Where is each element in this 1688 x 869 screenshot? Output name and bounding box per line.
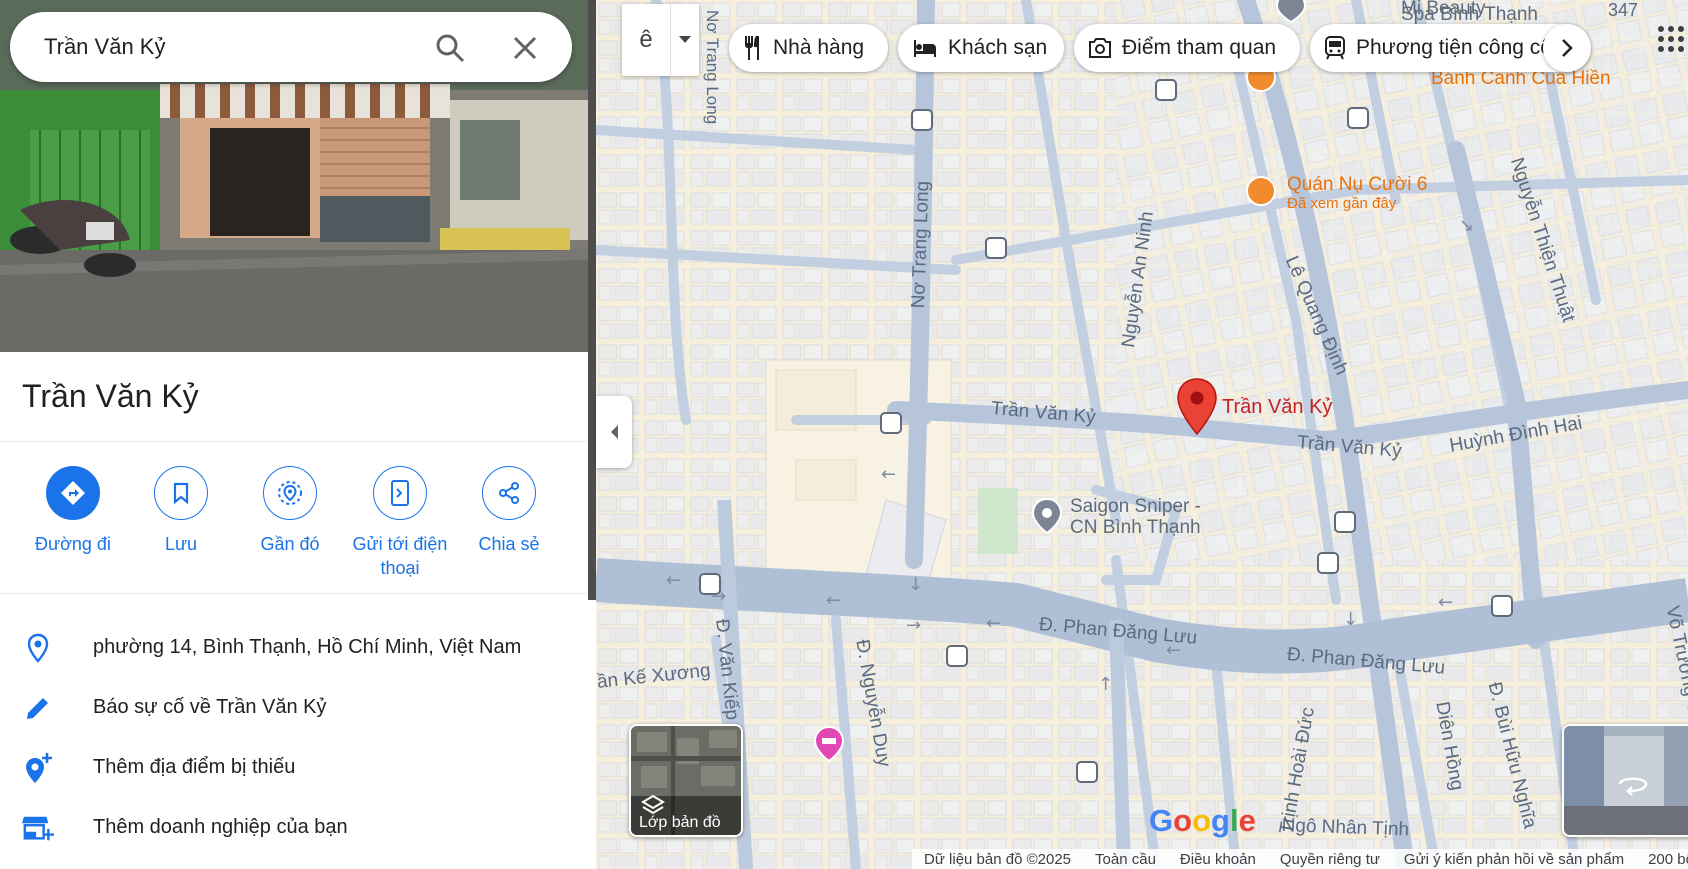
street-label: Nơ Trang Long [703, 10, 722, 125]
google-logo: Google [1149, 803, 1256, 838]
chevron-left-icon [611, 425, 618, 439]
bookmark-icon [154, 466, 208, 520]
svg-text:←: ← [986, 613, 1001, 634]
chip-label: Khách sạn [948, 36, 1048, 59]
chip-label: Điểm tham quan [1122, 36, 1277, 59]
footer-privacy-link[interactable]: Quyền riêng tư [1268, 851, 1392, 868]
footer-global-link[interactable]: Toàn cầu [1083, 851, 1168, 868]
chip-hotels[interactable]: Khách sạn [898, 24, 1064, 72]
svg-text:↑: ↑ [1098, 674, 1113, 695]
address-text: phường 14, Bình Thạnh, Hồ Chí Minh, Việt… [93, 636, 522, 658]
location-pin-icon [22, 632, 54, 664]
map-number-label: 347 [1608, 0, 1639, 20]
address-row[interactable]: phường 14, Bình Thạnh, Hồ Chí Minh, Việt… [0, 620, 588, 676]
search-input[interactable] [44, 32, 424, 62]
collapse-panel-button[interactable] [596, 396, 632, 468]
poi-nu-cuoi-sub: Đã xem gần đây [1287, 195, 1397, 212]
share-button[interactable]: Chia sẻ [454, 466, 564, 556]
chip-label: Nhà hàng [773, 36, 865, 59]
directions-button[interactable]: Đường đi [18, 466, 128, 556]
send-to-phone-label: Gửi tới điện thoại [352, 534, 448, 578]
chevron-right-icon[interactable] [1543, 24, 1591, 72]
poi-nu-cuoi-label[interactable]: Quán Nụ Cười 6 [1287, 174, 1427, 196]
hotel-icon [914, 40, 936, 57]
report-issue-text: Báo sự cố về Trần Văn Kỷ [93, 696, 327, 718]
street-label: Ngô Nhân Tịnh [1281, 815, 1410, 841]
transit-icon [1325, 36, 1345, 60]
nearby-label: Gần đó [260, 534, 320, 554]
share-label: Chia sẻ [478, 534, 540, 554]
selected-place-label[interactable]: Trần Văn Kỷ [1222, 396, 1332, 419]
street-label: Nơ Trang Long [908, 180, 934, 309]
chip-attractions[interactable]: Điểm tham quan [1074, 24, 1300, 72]
place-panel: Trần Văn Kỷ Đường đi Lưu Gần đó Gửi tới … [0, 0, 596, 869]
svg-text:→: → [906, 615, 921, 636]
poi-spa-label-2[interactable]: Spa Bình Thạnh [1401, 4, 1538, 26]
hotel-poi-icon[interactable] [813, 725, 845, 763]
svg-text:←: ← [1438, 592, 1453, 613]
divider [0, 441, 588, 442]
restaurant-poi-icon[interactable] [1246, 176, 1276, 206]
clear-search-button[interactable] [507, 30, 543, 66]
directions-label: Đường đi [35, 534, 111, 554]
google-maps-app: ← → ← → ← ← ← ← ↓ ↑ ↓ ↘ Mi Beauty Spa Bì… [0, 0, 1688, 869]
map-scale[interactable]: 200 bộ [1636, 851, 1688, 868]
map-footer: Dữ liệu bản đồ ©2025 Toàn cầu Điều khoản… [912, 849, 1688, 869]
send-to-phone-icon [373, 466, 427, 520]
spa-poi-icon[interactable] [1275, 0, 1307, 24]
share-icon [482, 466, 536, 520]
svg-text:←: ← [881, 464, 896, 485]
save-button[interactable]: Lưu [126, 466, 236, 556]
add-place-icon [22, 752, 54, 784]
layers-label: Lớp bản đồ [639, 814, 721, 831]
pencil-icon [22, 692, 54, 724]
panel-scrollbar[interactable] [588, 0, 596, 600]
map-data-credit: Dữ liệu bản đồ ©2025 [924, 850, 1072, 868]
add-missing-place-text: Thêm địa điểm bị thiếu [93, 756, 296, 778]
add-business-text: Thêm doanh nghiệp của bạn [93, 816, 348, 838]
send-to-phone-button[interactable]: Gửi tới điện thoại [345, 466, 455, 580]
street-view-thumbnail[interactable] [1562, 724, 1688, 837]
report-issue-row[interactable]: Báo sự cố về Trần Văn Kỷ [0, 680, 588, 736]
poi-saigon-sniper-2[interactable]: CN Bình Thạnh [1070, 517, 1201, 539]
search-box [10, 12, 572, 82]
divider [0, 593, 588, 594]
footer-feedback-link[interactable]: Gửi ý kiến phản hồi về sản phẩm [1392, 851, 1636, 868]
save-label: Lưu [164, 534, 198, 554]
svg-text:←: ← [666, 570, 681, 591]
camera-icon [1089, 38, 1111, 58]
chevron-down-icon[interactable] [670, 4, 699, 76]
layers-button[interactable]: Lớp bản đồ [629, 724, 743, 837]
directions-icon [46, 466, 100, 520]
map-canvas[interactable]: ← → ← → ← ← ← ← ↓ ↑ ↓ ↘ Mi Beauty Spa Bì… [596, 0, 1688, 869]
svg-text:↓: ↓ [908, 574, 923, 595]
search-icon [436, 34, 465, 63]
svg-text:↘: ↘ [1459, 215, 1474, 236]
apps-grid-icon[interactable] [1654, 22, 1688, 56]
place-title: Trần Văn Kỷ [22, 378, 199, 414]
rotate-360-icon [1616, 770, 1650, 801]
selected-location-pin-icon[interactable] [1176, 378, 1218, 436]
svg-text:←: ← [826, 590, 841, 611]
map-style-button[interactable]: ê [622, 4, 670, 76]
add-missing-place-row[interactable]: Thêm địa điểm bị thiếu [0, 740, 588, 796]
nearby-button[interactable]: Gần đó [235, 466, 345, 556]
add-business-row[interactable]: Thêm doanh nghiệp của bạn [0, 800, 588, 856]
close-icon [513, 36, 537, 60]
place-poi-icon[interactable] [1031, 497, 1063, 535]
chip-restaurants[interactable]: Nhà hàng [729, 24, 888, 72]
search-button[interactable] [432, 30, 468, 66]
footer-terms-link[interactable]: Điều khoản [1168, 851, 1268, 868]
poi-saigon-sniper-1[interactable]: Saigon Sniper - [1070, 496, 1201, 518]
add-business-icon [22, 812, 54, 844]
svg-text:↓: ↓ [1343, 609, 1358, 630]
map-style-toggle[interactable]: ê [622, 4, 699, 76]
nearby-icon [263, 466, 317, 520]
restaurant-icon [745, 36, 759, 60]
